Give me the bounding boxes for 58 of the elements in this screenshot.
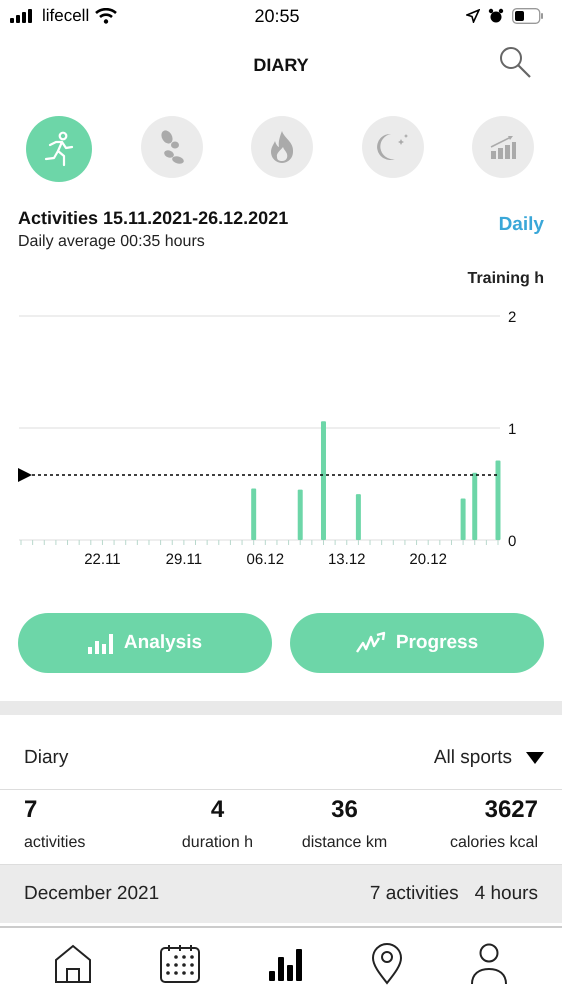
stat-value: 36 [331,796,358,824]
chart-bar [472,472,478,540]
clock-time: 20:55 [254,6,300,26]
action-button[interactable]: Analysis [18,613,272,673]
profile-icon [470,943,508,985]
bar-chart-icon [268,947,303,981]
battery-icon [512,8,544,24]
stat-label: calories kcal [450,834,538,852]
axis-label: 2 [508,309,516,326]
stat-label: distance km [302,834,388,852]
stat-label: duration h [182,834,254,852]
axis-label: 20.12 [409,551,447,568]
wifi-icon [95,8,118,24]
axis-label: 29.11 [166,551,202,568]
search-icon[interactable] [498,45,532,79]
calendar-icon [159,944,202,984]
location-pin-icon [370,943,403,985]
home-icon [54,944,92,984]
bar-chart-icon [88,632,114,654]
average-marker-icon [18,468,32,482]
carrier-name: lifecell [42,6,90,26]
axis-label: 06.12 [246,551,284,568]
tab-bar-item[interactable] [54,944,92,984]
action-button[interactable]: Progress [290,613,544,673]
tab-bar-item[interactable] [470,943,508,985]
hour-count: 4 hours [474,883,538,905]
chart-bar [460,498,466,540]
flame-icon [269,130,295,164]
axis-label: 0 [508,533,516,550]
stat-label: activities [24,834,86,852]
runner-icon [43,131,75,167]
page-title: DIARY [253,54,309,76]
chart-bar [298,490,303,540]
period-link[interactable]: Daily [498,208,544,251]
section-title: Diary [24,747,68,769]
tab-bar-item[interactable] [268,947,303,981]
activity-count: 7 activities [370,883,459,905]
tab-bar-item[interactable] [159,944,202,984]
bar-chart-icon [489,135,517,159]
period-title: Activities 15.11.2021-26.12.2021 [18,208,288,229]
axis-label: 22.11 [84,551,121,568]
stat-value: 7 [24,796,38,824]
month-title: December 2021 [24,883,160,905]
axis-label: 13.12 [328,551,366,568]
chart-bar [356,494,361,540]
chart-bar [251,488,256,540]
stat-value: 3627 [484,796,538,824]
moon-icon [376,132,408,162]
stat-value: 4 [210,796,224,824]
axis-label: 1 [508,421,516,438]
axis-title: Training h [468,270,544,287]
trend-icon [356,631,386,655]
sport-filter[interactable]: All sports [434,747,544,769]
tab-bar-item[interactable] [370,943,403,985]
daily-average: Daily average 00:35 hours [18,233,206,251]
month-row[interactable]: December 2021 7 activities 4 hours [0,864,562,923]
caret-icon [526,752,544,764]
location-icon [466,9,480,23]
